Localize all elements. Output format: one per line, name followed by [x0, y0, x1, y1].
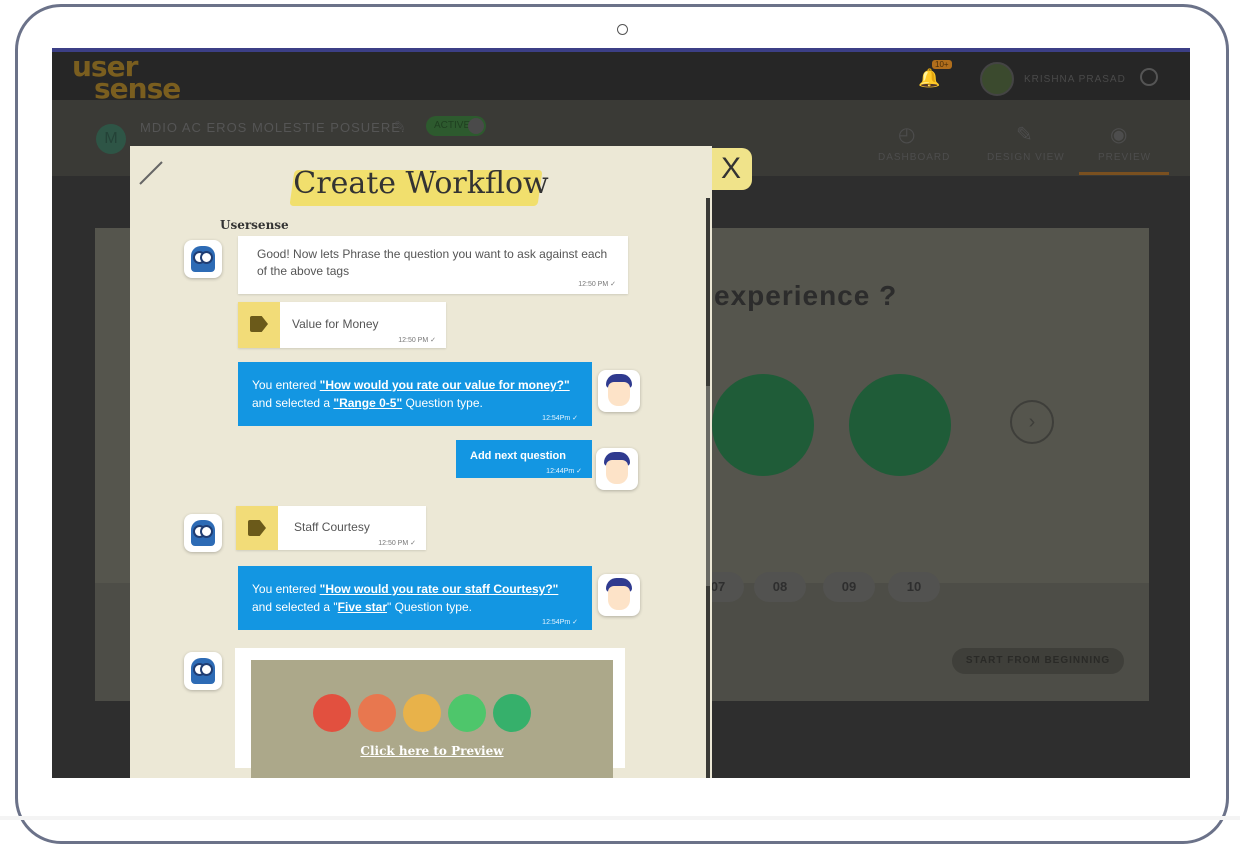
- question-link[interactable]: "How would you rate our value for money?…: [320, 378, 570, 392]
- power-icon[interactable]: [1140, 68, 1158, 86]
- tab-design-view[interactable]: DESIGN VIEW: [987, 152, 1065, 163]
- preview-card: Click here to Preview: [235, 648, 625, 778]
- preview-question: experience ?: [714, 280, 898, 311]
- scale-option-09[interactable]: 09: [823, 572, 875, 602]
- logo-text-sense: sense: [94, 72, 181, 105]
- bot-avatar: [184, 652, 222, 690]
- tag-icon: [248, 520, 266, 536]
- message-time: 12:44Pm ✓: [546, 468, 582, 475]
- user-message: You entered "How would you rate our staf…: [238, 566, 592, 630]
- question-type-link[interactable]: Five star: [338, 600, 387, 614]
- add-next-question-label: Add next question: [470, 450, 566, 462]
- project-title: MDIO AC EROS MOLESTIE POSUERE.: [140, 120, 406, 135]
- user-message-line1: You entered "How would you rate our staf…: [252, 582, 558, 596]
- user-message-mid: and selected a: [252, 396, 334, 410]
- top-bar: user sense 🔔 10+ KRISHNA PRASAD: [52, 48, 1190, 105]
- user-avatar[interactable]: [980, 62, 1014, 96]
- device-bottom-edge: [0, 816, 1240, 820]
- edit-icon: ✎: [1016, 124, 1033, 146]
- question-link[interactable]: "How would you rate our staff Courtesy?": [320, 582, 559, 596]
- notification-badge: 10+: [932, 60, 952, 69]
- user-message-prefix: You entered: [252, 582, 320, 596]
- user-message-line1: You entered "How would you rate our valu…: [252, 378, 570, 392]
- dashboard-icon: ◴: [898, 124, 916, 146]
- edit-pencil-icon[interactable]: ✎: [394, 118, 406, 135]
- preview-link[interactable]: Click here to Preview: [251, 744, 613, 758]
- bot-message-text: Good! Now lets Phrase the question you w…: [257, 247, 608, 278]
- close-modal-button[interactable]: X: [710, 148, 752, 190]
- project-avatar: M: [96, 124, 126, 154]
- neutral-face-icon: [403, 694, 441, 732]
- user-avatar-chat: [598, 370, 640, 412]
- tag-message: Value for Money 12:50 PM ✓: [238, 302, 446, 348]
- owl-icon: [191, 658, 215, 684]
- scale-option-10[interactable]: 10: [888, 572, 940, 602]
- sender-name: Usersense: [220, 218, 289, 232]
- user-message-prefix: You entered: [252, 378, 320, 392]
- user-message-suffix: Question type.: [402, 396, 483, 410]
- tag-message: Staff Courtesy 12:50 PM ✓: [236, 506, 426, 550]
- smile-face-icon: [448, 694, 486, 732]
- question-type-link[interactable]: "Range 0-5": [333, 396, 402, 410]
- add-next-question-message[interactable]: Add next question 12:44Pm ✓: [456, 440, 592, 478]
- message-time: 12:50 PM ✓: [378, 540, 416, 547]
- preview-thumbnail[interactable]: Click here to Preview: [251, 660, 613, 778]
- user-message-mid: and selected a ": [252, 600, 338, 614]
- angry-face-icon: [313, 694, 351, 732]
- tag-label: Value for Money: [292, 317, 379, 331]
- tag-icon: [250, 316, 268, 332]
- user-message-line2: and selected a "Five star" Question type…: [252, 600, 472, 614]
- notification-bell-icon[interactable]: 🔔: [918, 68, 940, 88]
- user-message: You entered "How would you rate our valu…: [238, 362, 592, 426]
- user-name[interactable]: KRISHNA PRASAD: [1024, 74, 1126, 85]
- sad-face-icon: [358, 694, 396, 732]
- app-logo[interactable]: user sense: [72, 53, 181, 105]
- owl-icon: [191, 246, 215, 272]
- active-tab-indicator: [1079, 172, 1169, 175]
- smiley-face-icon[interactable]: [712, 374, 814, 476]
- happy-face-icon[interactable]: [849, 374, 951, 476]
- start-from-beginning-button[interactable]: START FROM BEGINNING: [952, 648, 1124, 674]
- message-time: 12:50 PM ✓: [578, 281, 616, 288]
- status-toggle[interactable]: ACTIVE: [426, 116, 486, 136]
- user-face: [608, 586, 630, 610]
- next-arrow-button[interactable]: ›: [1010, 400, 1054, 444]
- camera-icon: [617, 24, 628, 35]
- bot-avatar: [184, 240, 222, 278]
- user-face: [608, 382, 630, 406]
- grin-face-icon: [493, 694, 531, 732]
- message-time: 12:54Pm ✓: [542, 619, 578, 626]
- tab-dashboard[interactable]: DASHBOARD: [878, 152, 950, 163]
- modal-title: Create Workflow: [293, 166, 549, 201]
- create-workflow-modal: Create Workflow Usersense Good! Now lets…: [130, 146, 712, 778]
- user-avatar-chat: [598, 574, 640, 616]
- message-time: 12:54Pm ✓: [542, 415, 578, 422]
- message-time: 12:50 PM ✓: [398, 337, 436, 344]
- eye-icon: ◉: [1110, 124, 1128, 146]
- tag-label: Staff Courtesy: [294, 520, 370, 534]
- tag-badge: [236, 506, 278, 550]
- user-message-line2: and selected a "Range 0-5" Question type…: [252, 396, 483, 410]
- scale-option-08[interactable]: 08: [754, 572, 806, 602]
- user-message-suffix: " Question type.: [387, 600, 472, 614]
- bot-message: Good! Now lets Phrase the question you w…: [238, 236, 628, 294]
- bot-avatar: [184, 514, 222, 552]
- modal-scrollbar-thumb[interactable]: [706, 386, 710, 586]
- user-avatar-chat: [596, 448, 638, 490]
- tag-badge: [238, 302, 280, 348]
- tab-preview[interactable]: PREVIEW: [1098, 152, 1151, 163]
- app-screen: user sense 🔔 10+ KRISHNA PRASAD M MDIO A…: [52, 48, 1190, 778]
- user-face: [606, 460, 628, 484]
- owl-icon: [191, 520, 215, 546]
